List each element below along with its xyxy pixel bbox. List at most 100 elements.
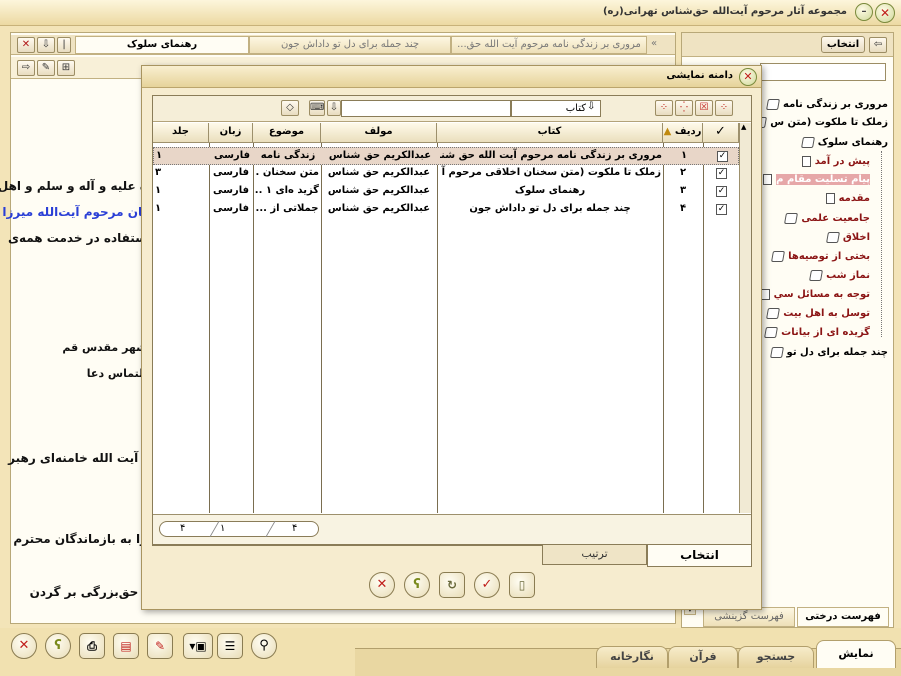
tab-chand-jomle[interactable]: چند جمله براى دل تو داداش جون (249, 36, 451, 54)
open-book-icon (800, 136, 815, 148)
row-checkbox[interactable]: ✓ (717, 151, 728, 162)
tab-gallery[interactable]: نگارخانه (596, 646, 668, 668)
zoom-icon[interactable]: ⚲ (251, 633, 277, 659)
table-row[interactable]: ۱ فارسى جملاتى از ... عبدالکريم حق شناس … (153, 201, 739, 219)
book-icon (809, 269, 824, 281)
refresh-icon[interactable]: ↻ (439, 572, 465, 598)
cell-subject: گزيد ه‌اى ۱ ... (255, 185, 319, 196)
tree-item-label: مرورى بر زندگى نامه (783, 98, 888, 110)
tree-item[interactable]: نماز شب (809, 266, 870, 284)
next-icon[interactable]: ⇨ (17, 60, 35, 76)
col-volume[interactable]: جلد (153, 123, 209, 143)
check-all-icon[interactable]: ✓ (703, 123, 739, 143)
tab-quran[interactable]: قرآن (668, 646, 738, 668)
sort-asc-icon: ▲ (663, 126, 672, 137)
dialog-close-icon[interactable]: ✕ (739, 68, 757, 86)
tree-item-selected[interactable]: پيام تسليت مقام م (763, 170, 870, 188)
tab-morori[interactable]: مرورى بر زندگى نامه مرحوم آيت الله حق... (451, 36, 647, 54)
tree-item[interactable]: مقدمه (825, 189, 870, 207)
tab-scroll-left-icon[interactable]: « (651, 38, 657, 49)
cancel-icon[interactable]: ✕ (369, 572, 395, 598)
book-icon (784, 212, 799, 224)
cell-index: ۱ (680, 150, 688, 161)
tree-item[interactable]: توسل به اهل بيت (766, 304, 870, 322)
book-icon (766, 98, 781, 110)
tree-item[interactable]: چند جمله براى دل تو (769, 343, 888, 361)
tree-item[interactable]: مرورى بر زندگى نامه (766, 95, 888, 113)
dialog-tab-select[interactable]: انتخاب (647, 545, 752, 567)
tree-item[interactable]: رهنماى سلوک (800, 133, 888, 151)
dialog-tab-order[interactable]: ترتيب (542, 545, 647, 565)
table-row[interactable]: ۳ فارسى متن سخنان ... عبدالکريم حق شناس … (153, 165, 739, 183)
row-checkbox[interactable]: ✓ (716, 168, 727, 179)
tree-item[interactable]: زملک تا ملکوت (متن س (753, 113, 888, 131)
doc-tab-strip: ✕ ⇩ | رهنماى سلوک مرورى بر زندگى نامه مر… (11, 35, 675, 55)
col-subject[interactable]: موضوع (253, 123, 321, 143)
tree-item[interactable]: گزيده اى از بيانات (764, 323, 870, 341)
select-all-icon[interactable]: ⁘ (715, 100, 733, 116)
cell-author: عبدالکريم حق شناس (327, 167, 431, 178)
book-icon (825, 231, 840, 243)
col-language[interactable]: زبان (209, 123, 253, 143)
eraser-icon[interactable]: ◇ (281, 100, 299, 116)
filter-input[interactable] (341, 100, 511, 117)
tree-search-input[interactable] (760, 63, 886, 81)
tools-icon[interactable]: ✎ (37, 60, 55, 76)
keyboard-icon[interactable]: ⌨ (309, 100, 325, 116)
table-row[interactable]: ۱ فارسى زندگى نامه عبدالکريم حق شناس مرو… (153, 147, 739, 165)
document-icon[interactable]: ▯ (509, 572, 535, 598)
dialog-title: دامنه نمايشى (666, 70, 733, 81)
row-checkbox[interactable]: ✓ (716, 204, 727, 215)
select-button[interactable]: انتخاب (821, 36, 865, 53)
bookmark-dropdown-icon[interactable]: ▾▣ (183, 633, 213, 659)
list-icon[interactable]: ☰ (217, 633, 243, 659)
cell-volume: ۱ (156, 150, 163, 161)
col-author[interactable]: مولف (321, 123, 437, 143)
col-book[interactable]: کتاب (437, 123, 663, 143)
grid-scroll-up-icon[interactable]: ▲ (741, 123, 746, 131)
pager-count: ۴ (292, 523, 298, 534)
minimize-window-icon[interactable]: – (855, 3, 873, 21)
dots-icon[interactable]: ⁛ (675, 100, 693, 116)
row-checkbox[interactable]: ✓ (716, 186, 727, 197)
print-icon[interactable]: ⎙ (79, 633, 105, 659)
tab-tree-list[interactable]: فهرست درختى (797, 607, 889, 627)
close-window-icon[interactable]: ✕ (875, 3, 895, 23)
confirm-icon[interactable]: ✓ (474, 572, 500, 598)
tab-down-icon[interactable]: ⇩ (37, 37, 55, 53)
help-icon[interactable]: ʕ (45, 633, 71, 659)
tab-rahnama[interactable]: رهنماى سلوک (75, 36, 249, 54)
page-icon (763, 173, 773, 185)
tree-item[interactable]: پيش در آمد (801, 152, 870, 170)
tree-item[interactable]: اخلاق (825, 228, 870, 246)
tree-item-label: چند جمله براى دل تو (786, 346, 888, 358)
tree-item[interactable]: توجه به مسائل سي (760, 285, 870, 303)
close-tab-icon[interactable]: ✕ (17, 37, 35, 53)
tree-item[interactable]: بختى از توصيه‌ها (771, 247, 870, 265)
clear-icon[interactable]: ☒ (695, 100, 713, 116)
book-icon (771, 250, 786, 262)
back-icon[interactable]: ⇦ (869, 37, 887, 53)
help-icon[interactable]: ʕ (404, 572, 430, 598)
table-row[interactable]: ۱ فارسى گزيد ه‌اى ۱ ... عبدالکريم حق شنا… (153, 183, 739, 201)
tree-item[interactable]: جامعيت علمى (784, 209, 870, 227)
multi-dots-icon[interactable]: ⁘ (655, 100, 673, 116)
tree-item-label: بختى از توصيه‌ها (788, 250, 870, 262)
note-icon[interactable]: ✎ (147, 633, 173, 659)
grid-scrollbar[interactable]: ▲ (739, 123, 751, 513)
books-icon[interactable]: ▤ (113, 633, 139, 659)
col-index[interactable]: رديف ▲ (663, 123, 703, 143)
cell-volume: ۳ (155, 167, 162, 178)
exit-icon[interactable]: ✕ (11, 633, 37, 659)
cell-index: ۲ (679, 167, 687, 178)
doc-line-4: شهر مقدس قم (62, 341, 147, 354)
filter-down-icon[interactable]: ⇩ (327, 100, 341, 116)
cell-language: فارسى (212, 167, 249, 178)
layout-icon[interactable]: ⊞ (57, 60, 75, 76)
tab-search[interactable]: جستجو (738, 646, 814, 668)
tab-menu-icon[interactable]: | (57, 37, 71, 53)
filter-dropdown-icon[interactable]: ⇩ (587, 101, 595, 112)
tab-selective-list[interactable]: فهرست گزينشى (703, 607, 795, 627)
tab-display[interactable]: نمايش (816, 640, 896, 668)
cell-language: فارسى (212, 203, 249, 214)
